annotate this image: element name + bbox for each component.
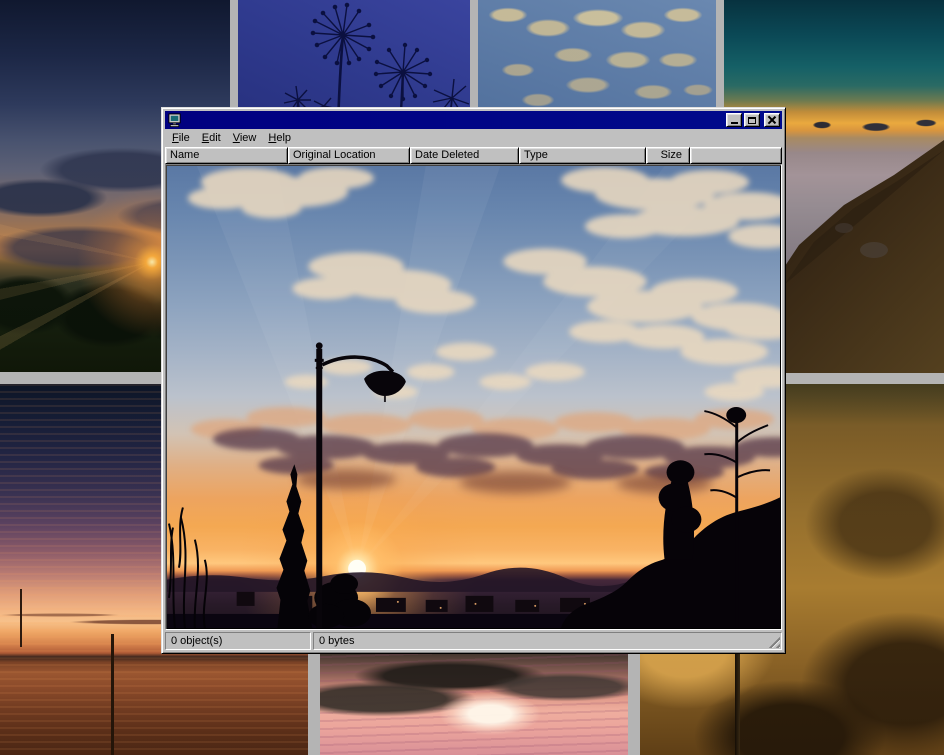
column-header-size[interactable]: Size xyxy=(646,147,690,164)
close-button[interactable] xyxy=(764,113,780,127)
computer-icon xyxy=(167,113,183,128)
menu-help[interactable]: Help xyxy=(262,130,297,146)
water-pole-small xyxy=(20,589,22,647)
status-object-count: 0 object(s) xyxy=(165,632,311,650)
column-header-name[interactable]: Name xyxy=(165,147,288,164)
sunset-photo-art xyxy=(167,166,780,628)
list-view-background-photo xyxy=(167,166,780,628)
maximize-button[interactable] xyxy=(744,113,760,127)
status-byte-count: 0 bytes xyxy=(313,632,782,650)
menu-bar: File Edit View Help xyxy=(165,129,782,147)
resize-grip-icon[interactable] xyxy=(767,635,780,648)
menu-file[interactable]: File xyxy=(166,130,196,146)
status-bar: 0 object(s) 0 bytes xyxy=(165,630,782,650)
desktop-wallpaper: File Edit View Help Name Original Locati… xyxy=(0,0,944,755)
water-pole xyxy=(111,634,114,755)
title-bar[interactable] xyxy=(165,111,782,129)
maximize-icon xyxy=(748,117,756,124)
minimize-button[interactable] xyxy=(726,113,742,127)
list-column-headers: Name Original Location Date Deleted Type… xyxy=(165,147,782,164)
column-header-filler xyxy=(690,147,782,164)
column-header-original-location[interactable]: Original Location xyxy=(288,147,410,164)
column-header-type[interactable]: Type xyxy=(519,147,646,164)
status-bytes-label: 0 bytes xyxy=(319,635,354,647)
menu-view[interactable]: View xyxy=(227,130,263,146)
close-icon xyxy=(768,116,776,124)
menu-edit[interactable]: Edit xyxy=(196,130,227,146)
minimize-icon xyxy=(731,122,738,124)
list-view[interactable] xyxy=(165,164,782,630)
column-header-date-deleted[interactable]: Date Deleted xyxy=(410,147,519,164)
recycle-bin-window: File Edit View Help Name Original Locati… xyxy=(161,107,786,654)
